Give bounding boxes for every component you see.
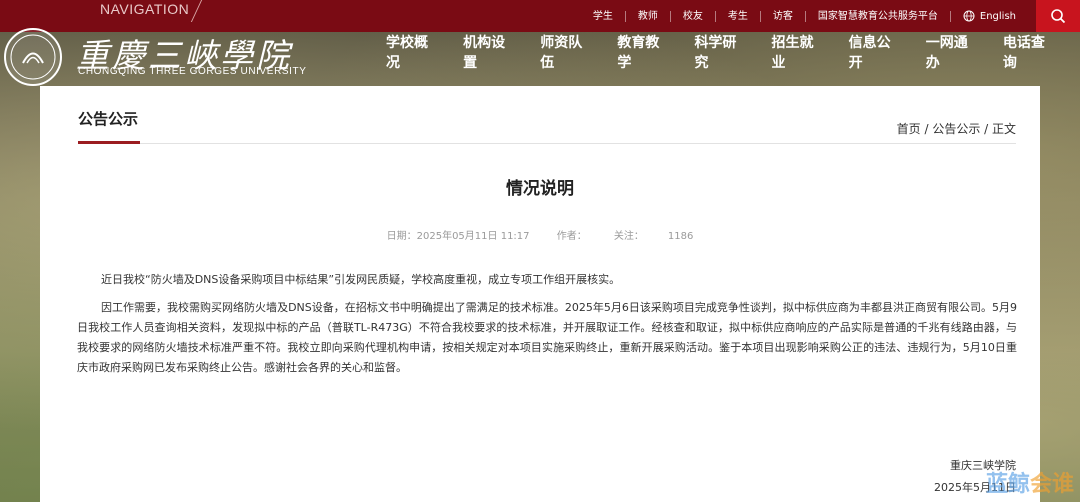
top-link-visitors[interactable]: 访客 — [761, 10, 806, 22]
breadcrumb[interactable]: 首页 / 公告公示 / 正文 — [897, 120, 1016, 137]
globe-icon — [963, 10, 975, 22]
article-paragraph: 近日我校“防火墙及DNS设备采购项目中标结果”引发网民质疑，学校高度重视，成立专… — [101, 273, 621, 286]
university-emblem-icon[interactable] — [4, 28, 62, 86]
nav-item-about[interactable]: 学校概况 — [386, 32, 441, 72]
section-divider — [78, 143, 1016, 144]
watermark-part2: 会谁 — [1029, 472, 1074, 497]
article-date: 日期：2025年05月11日 11:17 — [386, 231, 530, 242]
nav-item-disclosure[interactable]: 信息公开 — [849, 32, 904, 72]
top-link-education-platform[interactable]: 国家智慧教育公共服务平台 — [806, 10, 951, 22]
university-name-en: CHONGQING THREE GORGES UNIVERSITY — [78, 66, 307, 77]
nav-divider — [190, 0, 203, 22]
article-paragraph: 因工作需要，我校需购买网络防火墙及DNS设备，在招标文书中明确提出了需满足的技术… — [77, 301, 1017, 374]
article-views-count: 1186 — [667, 231, 694, 242]
top-bar: NAVIGATION 学生 教师 校友 考生 访客 国家智慧教育公共服务平台 E… — [0, 0, 1080, 32]
nav-item-research[interactable]: 科学研究 — [694, 32, 749, 72]
content-card: 公告公示 首页 / 公告公示 / 正文 情况说明 日期：2025年05月11日 … — [40, 86, 1040, 502]
header: 重慶三峽學院 CHONGQING THREE GORGES UNIVERSITY… — [0, 28, 1080, 86]
navigation-label: NAVIGATION — [100, 1, 190, 17]
section-title-underline — [78, 141, 140, 144]
top-link-teachers[interactable]: 教师 — [626, 10, 671, 22]
top-link-alumni[interactable]: 校友 — [671, 10, 716, 22]
nav-item-phone[interactable]: 电话查询 — [1003, 32, 1058, 72]
nav-item-admissions[interactable]: 招生就业 — [772, 32, 827, 72]
top-link-applicants[interactable]: 考生 — [716, 10, 761, 22]
top-links: 学生 教师 校友 考生 访客 国家智慧教育公共服务平台 English — [581, 0, 1028, 32]
section-title: 公告公示 — [78, 110, 139, 128]
nav-item-departments[interactable]: 机构设置 — [463, 32, 518, 72]
nav-item-services[interactable]: 一网通办 — [926, 32, 981, 72]
article-views-label: 关注： — [613, 231, 644, 242]
nav-item-faculty[interactable]: 师资队伍 — [540, 32, 595, 72]
search-icon — [1051, 9, 1066, 24]
watermark-part1: 蓝鲸 — [985, 472, 1030, 497]
article-title: 情况说明 — [506, 179, 574, 199]
search-button[interactable] — [1036, 0, 1080, 32]
top-link-students[interactable]: 学生 — [581, 10, 626, 22]
language-label: English — [979, 10, 1016, 22]
article-meta: 日期：2025年05月11日 11:17 作者： 关注： 1186 — [40, 227, 1040, 242]
article-author: 作者： — [556, 231, 587, 242]
nav-item-education[interactable]: 教育教学 — [617, 32, 672, 72]
watermark: 蓝鲸会谁 — [986, 466, 1074, 498]
language-switch[interactable]: English — [951, 10, 1028, 22]
main-nav: 学校概况 机构设置 师资队伍 教育教学 科学研究 招生就业 信息公开 一网通办 … — [386, 32, 1080, 72]
